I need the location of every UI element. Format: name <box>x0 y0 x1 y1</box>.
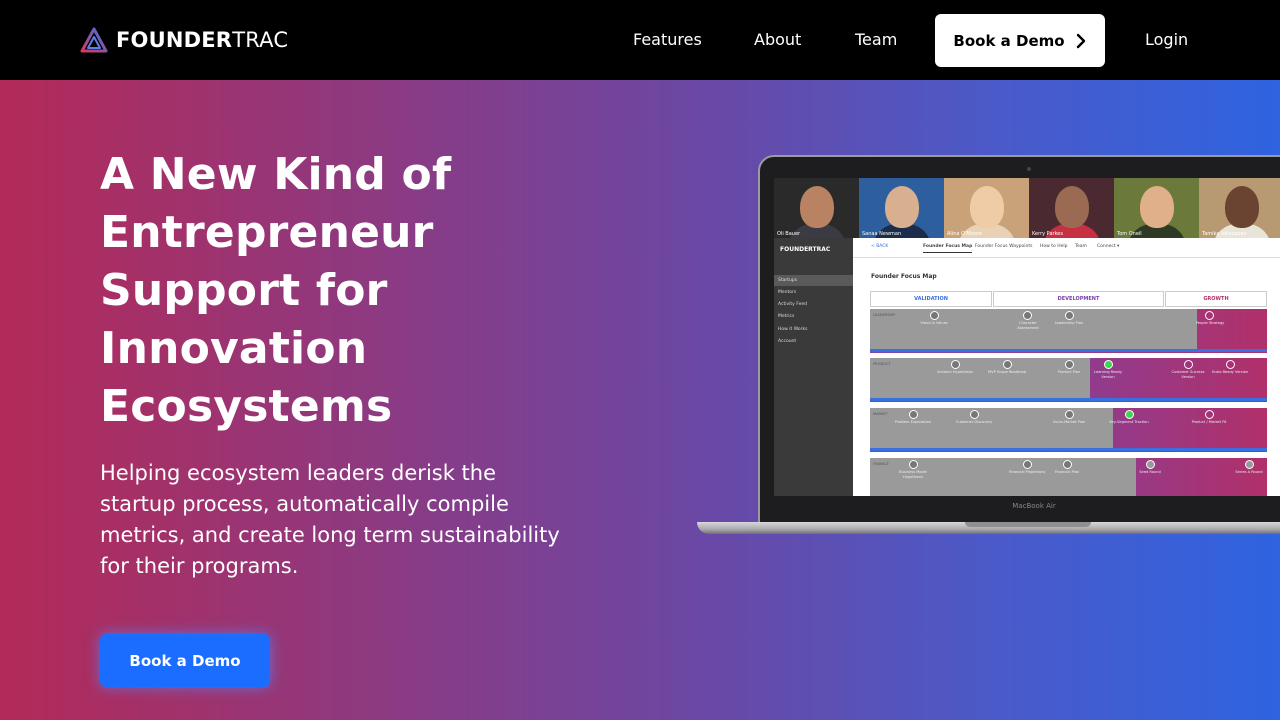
row-label: MARKET <box>873 412 888 416</box>
node-label: Scale-Ready Version <box>1211 370 1249 374</box>
logo-wordmark: FOUNDERTRAC <box>116 28 289 52</box>
hero-title: A New Kind of Entrepreneur Support for I… <box>100 146 620 436</box>
app-sidebar: FOUNDERTRAC Startups Mentors Activity Fe… <box>774 238 853 496</box>
hero-title-line: Innovation <box>100 323 368 374</box>
map-row-leadership: LEADERSHIP Vision & Values Character Ass… <box>870 309 1267 353</box>
app-sidebar-item: Startups <box>774 275 853 286</box>
person-photo: Kerry Parkes <box>1029 178 1114 238</box>
app-sidebar-item: Activity Feed <box>778 302 807 307</box>
team-photo-strip: Oli Bauer Sanaa Newman Alina O'Moore Ker… <box>774 178 1280 238</box>
map-row-market: MARKET Problem Exploration Customer Disc… <box>870 408 1267 452</box>
top-nav: FOUNDERTRAC Features About Team Book a D… <box>0 0 1280 80</box>
map-title: Founder Focus Map <box>871 273 937 280</box>
book-demo-nav-button[interactable]: Book a Demo <box>935 14 1105 67</box>
node-label: Vision & Values <box>920 321 948 325</box>
person-photo: Oli Bauer <box>774 178 859 238</box>
laptop-notch <box>965 522 1091 527</box>
map-row-finance: FINANCE Business Model Hypothesis Financ… <box>870 458 1267 496</box>
app-tab: < BACK <box>871 244 889 249</box>
person-name: Sanaa Newman <box>862 231 902 237</box>
node-label: Solution Hypothesis <box>937 370 973 374</box>
laptop-screen: Oli Bauer Sanaa Newman Alina O'Moore Ker… <box>774 178 1280 496</box>
app-tab: Team <box>1075 244 1087 249</box>
person-name: Oli Bauer <box>777 231 801 237</box>
node-label: Learning Ready Version <box>1094 370 1122 379</box>
node-label: MVP Scope Roadmap <box>988 370 1026 374</box>
node-label: Business Model Hypothesis <box>899 470 927 479</box>
founder-trac-logo[interactable]: FOUNDERTRAC <box>80 26 288 54</box>
hero-title-line: Ecosystems <box>100 381 393 432</box>
node-label: Problem Exploration <box>894 420 932 424</box>
triangle-logo-icon <box>80 27 108 53</box>
app-logo: FOUNDERTRAC <box>780 246 831 253</box>
person-name: Alina O'Moore <box>947 231 982 237</box>
phase-header: VALIDATION <box>870 291 992 307</box>
node-label: Financial Plan <box>1054 470 1080 474</box>
nav-link-team[interactable]: Team <box>855 30 897 49</box>
person-photo: Sanaa Newman <box>859 178 944 238</box>
node-label: Financial Projections <box>1008 470 1046 474</box>
node-label: Character Assessment <box>1017 321 1039 330</box>
book-demo-nav-label: Book a Demo <box>953 31 1065 50</box>
app-tab: Founder Focus Waypoints <box>975 244 1033 249</box>
node-label: Customer Success Version <box>1171 370 1205 379</box>
nav-link-about[interactable]: About <box>754 30 801 49</box>
app-tab: How to Help <box>1040 244 1068 249</box>
laptop-mockup: Oli Bauer Sanaa Newman Alina O'Moore Ker… <box>758 155 1280 528</box>
laptop-model-label: MacBook Air <box>1012 502 1056 510</box>
person-name: Tom Oneil <box>1117 231 1142 237</box>
phase-header: GROWTH <box>1165 291 1267 307</box>
app-tab: Founder Focus Map <box>923 244 973 253</box>
app-tab: Connect ▾ <box>1097 244 1120 249</box>
person-photo: Alina O'Moore <box>944 178 1029 238</box>
app-tab-bar: < BACK Founder Focus Map Founder Focus W… <box>853 238 1280 258</box>
row-label: PRODUCT <box>873 362 891 366</box>
node-label: Product / Market Fit <box>1191 420 1227 424</box>
hero-title-line: A New Kind of <box>100 149 452 200</box>
app-sidebar-item: Account <box>778 339 797 344</box>
book-demo-hero-button[interactable]: Book a Demo <box>100 634 270 687</box>
node-label: Series A Round <box>1235 470 1263 474</box>
node-label: People Strategy <box>1195 321 1225 325</box>
login-link[interactable]: Login <box>1145 30 1188 49</box>
phase-header: DEVELOPMENT <box>993 291 1164 307</box>
nav-link-features[interactable]: Features <box>633 30 702 49</box>
app-sidebar-item: How it Works <box>778 327 808 332</box>
chevron-right-icon <box>1076 33 1085 48</box>
row-label: LEADERSHIP <box>873 313 896 317</box>
hero-subtitle: Helping ecosystem leaders derisk the sta… <box>100 461 560 578</box>
hero-section: A New Kind of Entrepreneur Support for I… <box>0 80 1280 720</box>
node-label: Leadership Plan <box>1054 321 1084 325</box>
person-photo: Tom Oneil <box>1114 178 1199 238</box>
app-sidebar-item: Metrics <box>778 314 795 319</box>
hero-title-line: Entrepreneur <box>100 207 434 258</box>
camera-dot <box>1027 167 1031 171</box>
person-name: Tamika Velazquez <box>1202 231 1247 237</box>
node-label: Go-to-Market Plan <box>1052 420 1086 424</box>
node-label: Key-Segment Traction <box>1109 420 1149 424</box>
person-photo: Tamika Velazquez <box>1199 178 1280 238</box>
node-label: Seed Round <box>1139 470 1161 474</box>
app-sidebar-item: Mentors <box>778 290 797 295</box>
node-label: Product Plan <box>1057 370 1081 374</box>
map-row-product: PRODUCT Solution Hypothesis MVP Scope Ro… <box>870 358 1267 402</box>
node-label: Customer Discovery <box>955 420 993 424</box>
hero-title-line: Support for <box>100 265 388 316</box>
row-label: FINANCE <box>873 462 889 466</box>
person-name: Kerry Parkes <box>1032 231 1063 237</box>
